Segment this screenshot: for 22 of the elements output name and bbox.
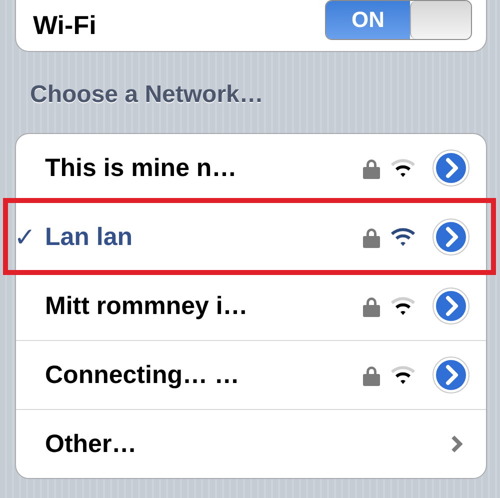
network-row[interactable]: ✓ Lan lan [7,202,492,271]
network-row[interactable]: Connecting… … [16,340,486,409]
network-row[interactable]: Mitt rommney i… [16,271,486,340]
detail-disclosure-button[interactable] [432,218,470,256]
checkmark: ✓ [14,222,37,252]
wifi-signal-icon [390,158,416,178]
other-network-row[interactable]: Other… [16,409,486,478]
network-name: Connecting… … [45,360,240,390]
detail-disclosure-button[interactable] [432,287,470,325]
chevron-icon [450,434,464,454]
section-header: Choose a Network… [30,81,264,108]
wifi-label: Wi-Fi [33,10,96,41]
network-name: This is mine n… [45,154,238,182]
network-name: Mitt rommney i… [45,292,249,320]
wifi-signal-icon [390,365,416,385]
detail-disclosure-button[interactable] [432,356,470,394]
wifi-signal-icon [390,296,416,316]
other-label: Other… [45,430,138,458]
wifi-signal-icon [390,227,416,247]
network-row[interactable]: This is mine n… [16,134,486,202]
network-name: Lan lan [45,222,134,252]
detail-disclosure-button[interactable] [432,149,470,187]
